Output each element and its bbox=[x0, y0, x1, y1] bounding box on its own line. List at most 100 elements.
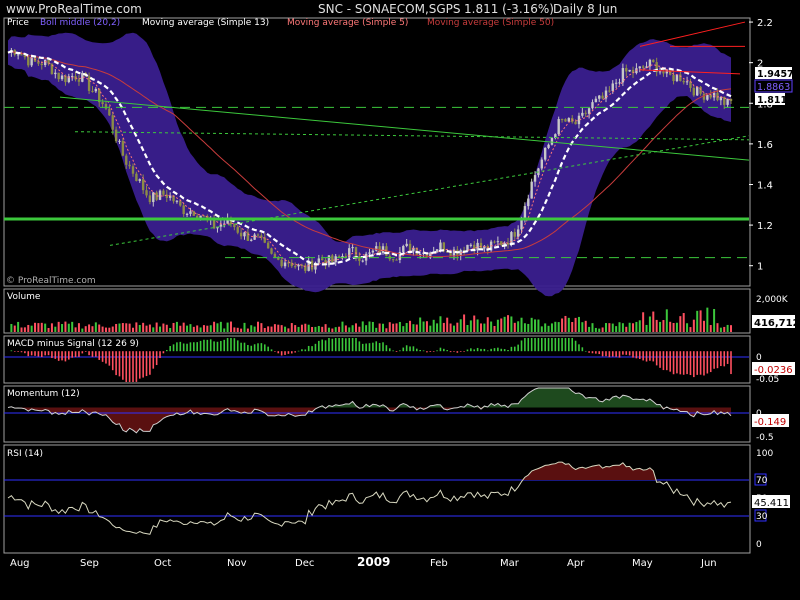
candle-body bbox=[706, 94, 709, 100]
volume-bar bbox=[300, 324, 303, 332]
volume-bar bbox=[591, 323, 594, 332]
candle-body bbox=[682, 80, 685, 83]
candle-body bbox=[331, 255, 334, 263]
volume-bar bbox=[686, 323, 689, 332]
candle-body bbox=[652, 59, 655, 63]
macd-bar bbox=[68, 351, 70, 360]
candle-body bbox=[37, 61, 40, 64]
candle-body bbox=[236, 227, 239, 233]
volume-bar bbox=[706, 307, 709, 332]
macd-bar bbox=[165, 349, 168, 352]
macd-bar bbox=[564, 338, 567, 352]
volume-bar bbox=[574, 317, 577, 332]
candle-body bbox=[118, 140, 121, 142]
volume-bar bbox=[40, 322, 43, 332]
volume-bar bbox=[523, 323, 526, 332]
volume-bar bbox=[395, 323, 398, 332]
price-tick-label-6: 1 bbox=[757, 262, 763, 273]
macd-bar bbox=[345, 338, 347, 352]
macd-bar bbox=[493, 348, 496, 352]
macd-bar bbox=[439, 347, 442, 352]
candle-body bbox=[111, 115, 114, 130]
macd-bar bbox=[81, 351, 84, 354]
macd-bar bbox=[176, 342, 178, 352]
volume-bar bbox=[135, 322, 138, 332]
volume-bar bbox=[311, 326, 314, 332]
volume-bar bbox=[152, 327, 155, 332]
macd-bar bbox=[169, 346, 171, 352]
price-tick-label-3: 1.6 bbox=[757, 140, 773, 151]
volume-bar bbox=[240, 328, 243, 332]
macd-bar bbox=[247, 345, 249, 352]
volume-bar bbox=[270, 326, 273, 332]
volume-bar bbox=[534, 319, 537, 332]
macd-bar bbox=[699, 351, 702, 375]
volume-bar bbox=[382, 323, 385, 332]
candle-body bbox=[202, 215, 206, 217]
candle-body bbox=[212, 219, 216, 229]
volume-bar bbox=[409, 320, 412, 332]
volume-bar bbox=[88, 324, 91, 332]
volume-bar bbox=[121, 323, 124, 332]
macd-bar bbox=[686, 351, 688, 375]
macd-bar bbox=[105, 351, 107, 364]
macd-bar bbox=[419, 349, 421, 352]
volume-bar bbox=[101, 326, 104, 332]
macd-bar bbox=[676, 351, 678, 374]
macd-bar bbox=[527, 338, 530, 352]
macd-bar bbox=[615, 351, 617, 357]
macd-bar bbox=[321, 339, 324, 352]
x-label-oct: Oct bbox=[154, 558, 171, 569]
candle-body bbox=[57, 72, 60, 80]
rsi-tick-100: 100 bbox=[756, 449, 773, 459]
macd-bar bbox=[429, 351, 432, 352]
volume-bar bbox=[206, 325, 209, 332]
candle-body bbox=[199, 215, 202, 218]
macd-bar bbox=[672, 351, 675, 375]
macd-bar bbox=[713, 351, 715, 369]
macd-bar bbox=[13, 351, 16, 352]
volume-bar bbox=[226, 322, 229, 332]
volume-bar bbox=[642, 312, 645, 332]
macd-bar bbox=[277, 351, 280, 354]
macd-bar bbox=[409, 346, 411, 352]
macd-bar bbox=[652, 351, 655, 362]
volume-bar bbox=[365, 325, 368, 332]
site-title[interactable]: www.ProRealTime.com bbox=[6, 2, 142, 16]
macd-value: -0.0236 bbox=[754, 365, 793, 376]
volume-bar bbox=[54, 326, 57, 332]
volume-bar bbox=[169, 327, 172, 332]
macd-bar bbox=[402, 347, 405, 352]
macd-bar bbox=[554, 338, 557, 352]
volume-bar bbox=[189, 324, 192, 332]
volume-bar bbox=[341, 321, 344, 332]
macd-bar bbox=[432, 351, 435, 352]
volume-bar bbox=[398, 321, 401, 332]
volume-bar bbox=[412, 324, 415, 332]
candle-body bbox=[20, 54, 23, 56]
volume-bar bbox=[463, 314, 466, 332]
volume-bar bbox=[20, 327, 23, 332]
volume-bar bbox=[598, 328, 601, 332]
volume-bar bbox=[236, 327, 239, 332]
macd-bar bbox=[51, 351, 53, 358]
candle-body bbox=[628, 69, 631, 72]
macd-bar bbox=[459, 351, 462, 352]
macd-bar bbox=[524, 338, 526, 352]
volume-bar bbox=[223, 328, 226, 332]
volume-bar bbox=[696, 310, 699, 332]
candle-body bbox=[702, 93, 706, 100]
volume-bar bbox=[321, 326, 324, 332]
candle-body bbox=[435, 249, 439, 252]
volume-bar bbox=[638, 320, 641, 332]
volume-bar bbox=[547, 325, 550, 332]
value-price: 1.811 bbox=[757, 95, 787, 106]
macd-bar bbox=[111, 351, 114, 371]
macd-bar bbox=[47, 351, 50, 356]
legend-ma50: Moving average (Simple 50) bbox=[427, 18, 554, 28]
macd-bar bbox=[591, 351, 594, 354]
volume-bar bbox=[172, 322, 175, 332]
volume-bar bbox=[719, 327, 722, 332]
volume-bar bbox=[608, 323, 611, 332]
rsi-tick-0: 0 bbox=[756, 540, 762, 550]
